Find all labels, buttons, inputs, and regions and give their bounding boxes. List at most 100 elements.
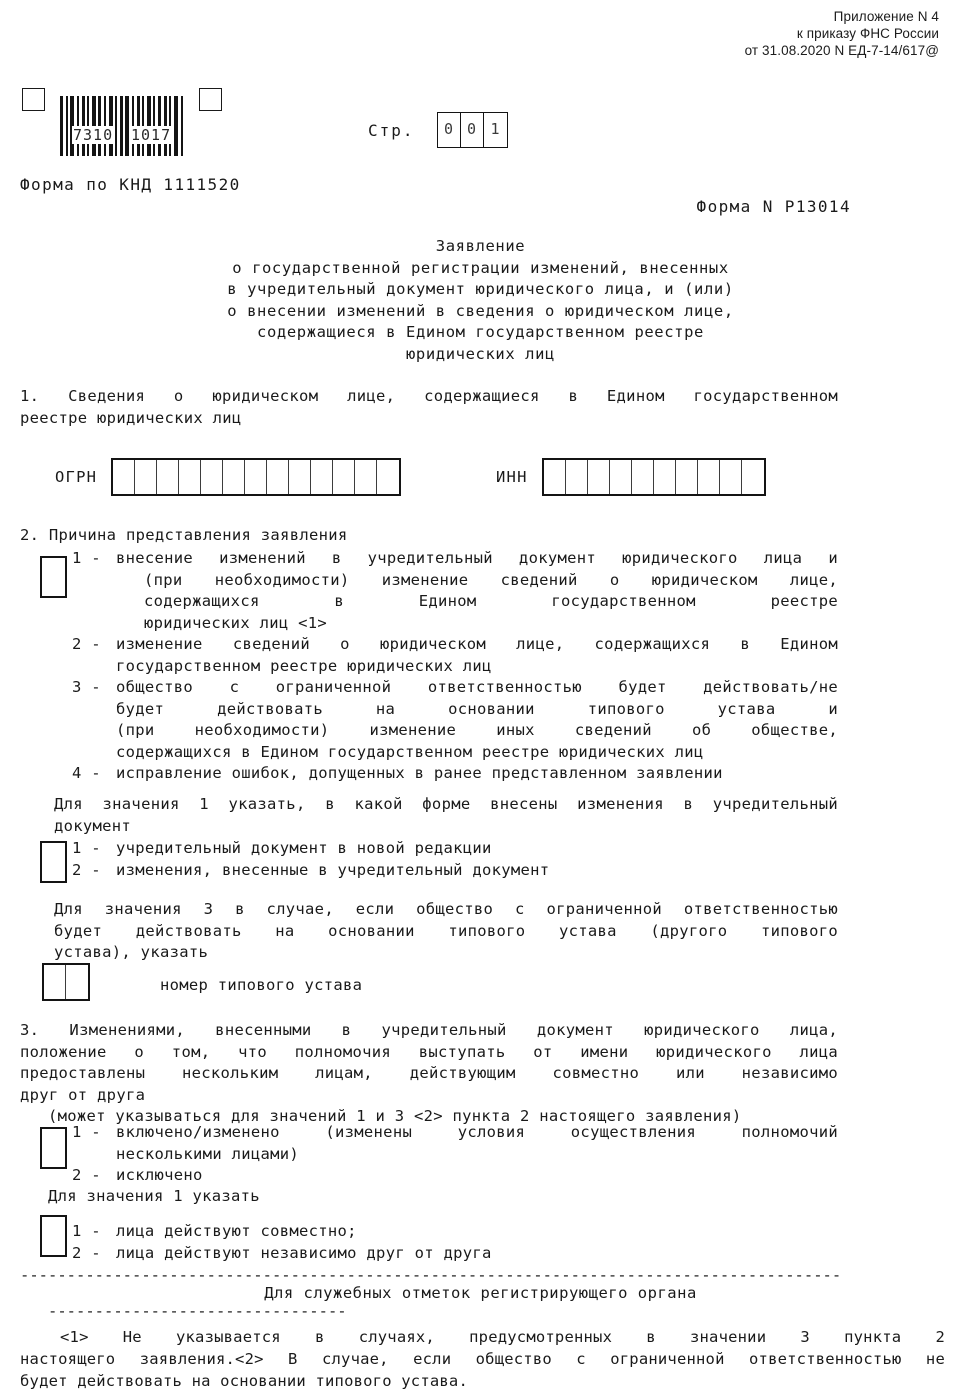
inn-cell-10[interactable] [742,460,764,494]
title-line-2: о государственной регистрации изменений,… [232,258,729,277]
ogrn-input-cells[interactable] [111,458,402,496]
section-3-option-2-text: исключено [116,1166,203,1184]
barcode-digits-left: 7310 [72,126,115,144]
section-3-joint-checkbox[interactable] [40,1215,67,1257]
inn-cell-9[interactable] [720,460,742,494]
section-2-option-1-line-4: юридических лиц <1> [144,613,328,632]
section-2-option-1-line-1: внесение изменений в учредительный докум… [116,549,838,567]
ogrn-cell-4[interactable] [179,460,202,494]
ogrn-field: ОГРН [55,458,402,496]
section-3-heading: 3. Изменениями, внесенными в учредительн… [20,1020,838,1128]
ogrn-cell-9[interactable] [289,460,312,494]
footnotes: <1> Не указывается в случаях, предусмотр… [20,1326,945,1392]
section-2-sub1-option-2: 2 - изменения, внесенные в учредительный… [72,860,672,882]
inn-cell-1[interactable] [544,460,566,494]
section-2-sub1-intro: Для значения 1 указать, в какой форме вн… [54,794,838,837]
inn-cell-8[interactable] [698,460,720,494]
service-section-title: Для служебных отметок регистрирующего ор… [264,1284,697,1302]
section-3-sub-option-2-text: лица действуют независимо друг от друга [116,1243,492,1262]
inn-cell-6[interactable] [654,460,676,494]
section-2-option-2-number: 2 - [72,635,101,653]
section-2-form-checkbox[interactable] [40,841,67,883]
page-number-cell-3[interactable]: 1 [484,113,507,147]
form-number-line: Форма N Р13014 [696,197,851,216]
section-3-line-4: друг от друга [20,1085,146,1104]
section-1-line-1: 1. Сведения о юридическом лице, содержащ… [20,387,838,405]
section-2-options: 1 - внесение изменений в учредительный д… [72,548,838,785]
section-2-option-3-line-2: будет действовать на основании типового … [116,699,838,718]
section-2-sub1-option-2-text: изменения, внесенные в учредительный док… [116,860,550,879]
section-3-sub-intro: Для значения 1 указать [48,1187,260,1205]
section-3-line-3: предоставлены нескольким лицам, действую… [20,1064,838,1082]
inn-field: ИНН [496,458,766,496]
page-number-field: Стр. 001 [368,112,508,148]
section-2-sub3-intro: Для значения 3 в случае, если общество с… [54,899,838,964]
barcode: 7310 1017 [22,88,222,158]
barcode-corner-square-left [22,88,45,111]
section-2-sub1-intro-line-1: Для значения 1 указать, в какой форме вн… [54,795,838,813]
charter-number-label: номер типового устава [160,976,363,994]
ogrn-cell-5[interactable] [201,460,224,494]
section-3-options: 1 - включено/изменено (изменены условия … [72,1122,838,1187]
appendix-line-2: к приказу ФНС России [796,26,939,41]
section-3-sub-option-2: 2 - лица действуют независимо друг от др… [72,1243,672,1265]
section-2-option-3-line-1: общество с ограниченной ответственностью… [116,678,838,696]
page-number-cells[interactable]: 001 [436,112,508,148]
section-2-option-3-number: 3 - [72,678,101,696]
ogrn-cell-12[interactable] [355,460,378,494]
section-2-sub1-options: 1 - учредительный документ в новой редак… [72,838,672,881]
section-3-option-1: 1 - включено/изменено (изменены условия … [72,1122,838,1165]
charter-number-cells[interactable] [42,963,90,1001]
title-line-3: в учредительный документ юридического ли… [227,280,734,298]
ogrn-cell-11[interactable] [333,460,356,494]
section-2-reason-checkbox[interactable] [40,556,67,598]
section-3-change-checkbox[interactable] [40,1127,67,1169]
section-2-option-1-line-2: (при необходимости) изменение сведений о… [144,570,838,589]
section-2-sub1-option-2-number: 2 - [72,860,101,879]
barcode-digits: 7310 1017 [60,126,184,146]
title-line-4: о внесении изменений в сведения о юридич… [227,301,734,320]
appendix-note: Приложение N 4 к приказу ФНС России от 3… [745,8,939,59]
section-3-line-1: 3. Изменениями, внесенными в учредительн… [20,1021,838,1039]
section-3-option-1-number: 1 - [72,1123,101,1141]
inn-label: ИНН [496,468,528,486]
section-2-option-1-line-3: содержащихся в Едином государственном ре… [144,592,838,610]
title-line-6: юридических лиц [406,344,555,363]
section-3-option-2: 2 - исключено [72,1165,838,1187]
inn-cell-5[interactable] [632,460,654,494]
footnote-line-1: <1> Не указывается в случаях, предусмотр… [60,1328,945,1346]
inn-cell-2[interactable] [566,460,588,494]
ogrn-cell-2[interactable] [135,460,158,494]
section-2-option-3: 3 - общество с ограниченной ответственно… [72,677,838,763]
charter-cell-2[interactable] [66,965,88,999]
title-line-1: Заявление [435,237,526,255]
appendix-line-1: Приложение N 4 [833,9,939,24]
section-2-option-3-line-4: содержащихся в Едином государственном ре… [116,742,704,761]
section-2-heading: 2. Причина представления заявления [20,526,348,544]
ogrn-cell-13[interactable] [377,460,399,494]
ogrn-cell-8[interactable] [267,460,290,494]
ogrn-cell-3[interactable] [157,460,180,494]
inn-cell-7[interactable] [676,460,698,494]
charter-cell-1[interactable] [44,965,66,999]
ogrn-cell-1[interactable] [113,460,136,494]
barcode-corner-square-right [199,88,222,111]
section-2-sub1-option-1-text: учредительный документ в новой редакции [116,839,492,857]
ogrn-cell-6[interactable] [223,460,246,494]
section-3-sub-option-1: 1 - лица действуют совместно; [72,1221,672,1243]
page-number-cell-1[interactable]: 0 [438,113,461,147]
section-2-option-2-line-2: государственном реестре юридических лиц [116,656,492,675]
section-2-option-1-number: 1 - [72,549,101,567]
section-2-sub1-intro-line-2: документ [54,816,132,835]
page-number-cell-2[interactable]: 0 [461,113,484,147]
inn-input-cells[interactable] [541,458,766,496]
document-title: Заявление о государственной регистрации … [0,236,961,365]
inn-cell-4[interactable] [610,460,632,494]
ogrn-cell-10[interactable] [311,460,334,494]
section-2-option-2-line-1: изменение сведений о юридическом лице, с… [116,635,838,653]
ogrn-cell-7[interactable] [245,460,268,494]
inn-cell-3[interactable] [588,460,610,494]
section-2-sub1-option-1-number: 1 - [72,839,101,857]
section-3-option-2-number: 2 - [72,1166,101,1184]
section-2-option-1: 1 - внесение изменений в учредительный д… [72,548,838,634]
